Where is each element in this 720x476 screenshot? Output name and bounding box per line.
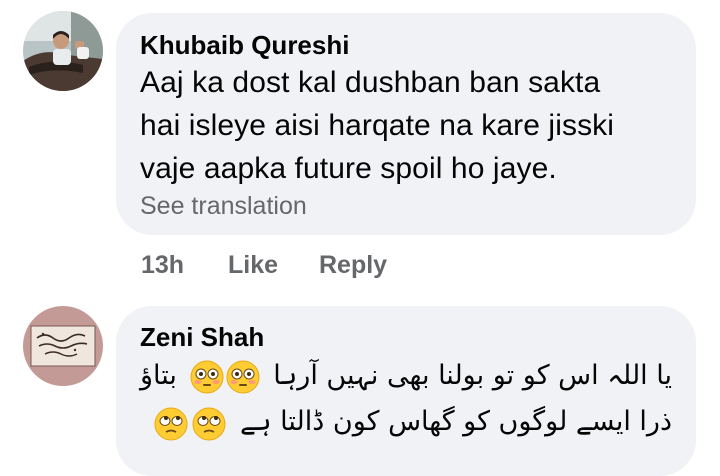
comment-text-line: یا اللہ اس کو تو بولنا بھی نہیں آرہا — [273, 360, 672, 391]
profile-photo-calligraphy-card-icon — [23, 306, 103, 386]
comment-zeni: Zeni Shah یا اللہ اس کو تو بولنا بھی نہی… — [0, 0, 720, 476]
comment-author[interactable]: Zeni Shah — [140, 322, 264, 353]
comment-text-line: ذرا ایسے لوگوں کو گھاس کون ڈالتا ہے — [239, 406, 672, 437]
avatar[interactable] — [23, 306, 103, 386]
flushed-face-icon — [226, 360, 260, 394]
flushed-face-icon — [190, 360, 224, 394]
face-with-rolling-eyes-icon — [154, 407, 188, 441]
comment-text-word: بتاؤ — [140, 360, 177, 391]
face-with-rolling-eyes-icon — [192, 407, 226, 441]
